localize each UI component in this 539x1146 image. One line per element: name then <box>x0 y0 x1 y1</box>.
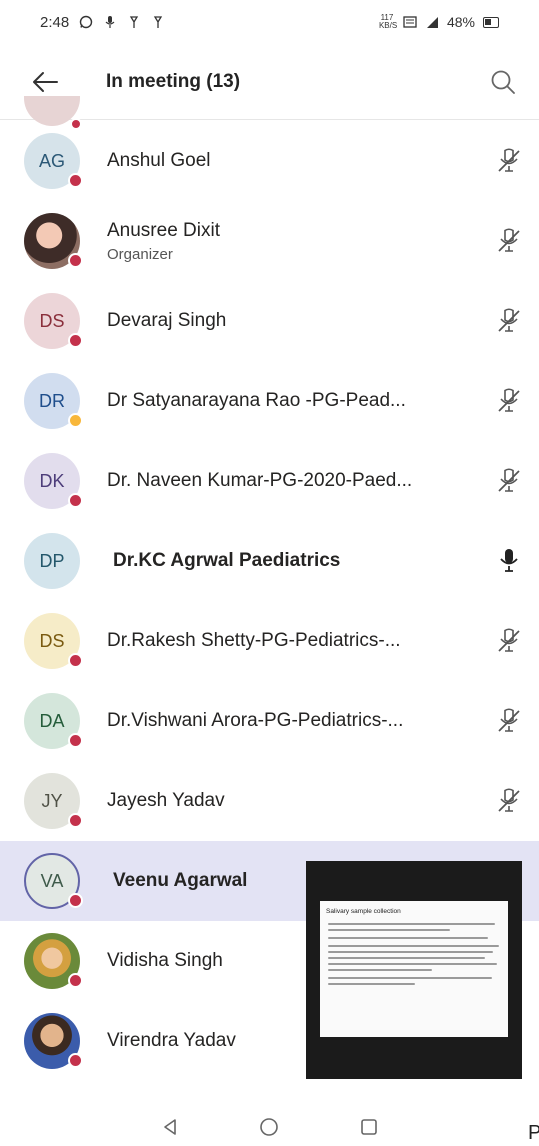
participant-name: Devaraj Singh <box>107 310 227 331</box>
busy-presence-icon <box>68 893 83 908</box>
microphone-notification-icon <box>105 16 115 28</box>
participant-row[interactable]: Anusree Dixit Organizer <box>0 201 539 281</box>
busy-presence-icon <box>68 173 83 188</box>
participant-name: Anshul Goel <box>107 150 211 171</box>
status-bar-right: 117 KB/S 48% <box>379 14 499 30</box>
status-bar: 2:48 117 KB/S 48% <box>0 0 539 44</box>
busy-presence-icon <box>68 1053 83 1068</box>
battery-percent: 48% <box>446 14 475 30</box>
busy-presence-icon <box>68 653 83 668</box>
nav-back-button[interactable] <box>150 1108 190 1146</box>
busy-presence-icon <box>68 813 83 828</box>
participant-row[interactable]: DA Dr.Vishwani Arora-PG-Pediatrics-... <box>0 681 539 761</box>
status-time: 2:48 <box>40 13 70 31</box>
away-presence-icon <box>68 413 83 428</box>
microphone-off-icon[interactable] <box>495 707 523 735</box>
microphone-off-icon[interactable] <box>495 627 523 655</box>
shared-document-title: Salivary sample collection <box>326 908 401 915</box>
nav-home-button[interactable] <box>249 1108 289 1146</box>
battery-icon <box>483 16 499 28</box>
participant-row[interactable]: DK Dr. Naveen Kumar-PG-2020-Paed... <box>0 441 539 521</box>
triangle-back-icon <box>164 1119 176 1135</box>
microphone-off-icon[interactable] <box>495 227 523 255</box>
participant-name: Dr.KC Agrwal Paediatrics <box>113 550 341 571</box>
avatar: DP <box>24 533 80 589</box>
participant-row[interactable]: DS Dr.Rakesh Shetty-PG-Pediatrics-... <box>0 601 539 681</box>
busy-presence-icon <box>68 733 83 748</box>
participant-name: Jayesh Yadav <box>107 790 225 811</box>
arrow-left-icon <box>33 71 58 92</box>
status-bar-left: 2:48 <box>40 14 165 31</box>
search-button[interactable] <box>467 44 539 120</box>
participant-role: Organizer <box>107 245 173 263</box>
microphone-icon[interactable] <box>495 547 523 575</box>
participant-name: Dr.Rakesh Shetty-PG-Pediatrics-... <box>107 630 401 651</box>
system-nav-bar <box>0 1108 539 1146</box>
participant-row[interactable]: DR Dr Satyanarayana Rao -PG-Pead... <box>0 361 539 441</box>
participant-name: Veenu Agarwal <box>113 870 248 891</box>
data-rate: 117 KB/S <box>378 13 398 30</box>
shared-document: Salivary sample collection <box>320 901 508 1037</box>
microphone-off-icon[interactable] <box>495 467 523 495</box>
circle-home-icon <box>260 1118 279 1136</box>
microphone-off-icon[interactable] <box>495 147 523 175</box>
participant-row[interactable]: JY Jayesh Yadav <box>0 761 539 841</box>
participant-row[interactable]: DP Dr.KC Agrwal Paediatrics <box>0 521 539 601</box>
signal-notification-icon-2 <box>154 16 163 28</box>
busy-presence-icon <box>68 253 83 268</box>
square-recents-icon <box>361 1119 377 1135</box>
nav-recents-button[interactable] <box>349 1108 389 1146</box>
busy-presence-icon <box>68 493 83 508</box>
microphone-off-icon[interactable] <box>495 387 523 415</box>
signal-notification-icon <box>130 16 139 28</box>
edge-fragment: P <box>528 1122 539 1144</box>
participant-name: Dr Satyanarayana Rao -PG-Pead... <box>107 390 406 411</box>
busy-presence-icon <box>68 333 83 348</box>
participant-row[interactable]: AG Anshul Goel <box>0 121 539 201</box>
participant-name: Anusree Dixit <box>107 219 220 241</box>
shared-document-body <box>328 923 502 985</box>
shared-screen-preview[interactable]: Salivary sample collection <box>306 861 522 1079</box>
participant-name: Vidisha Singh <box>107 950 223 971</box>
microphone-off-icon[interactable] <box>495 307 523 335</box>
microphone-off-icon[interactable] <box>495 787 523 815</box>
busy-presence-icon <box>68 973 83 988</box>
cell-signal-icon <box>426 17 438 28</box>
search-icon <box>491 70 515 94</box>
participant-name: Dr.Vishwani Arora-PG-Pediatrics-... <box>107 710 404 731</box>
volte-icon <box>403 16 417 28</box>
whatsapp-icon <box>80 15 93 29</box>
app-header: In meeting (13) <box>0 44 539 120</box>
page-title: In meeting (13) <box>106 70 241 92</box>
participant-name: Dr. Naveen Kumar-PG-2020-Paed... <box>107 470 413 491</box>
participant-row[interactable]: DS Devaraj Singh <box>0 281 539 361</box>
participant-name: Virendra Yadav <box>107 1030 236 1051</box>
